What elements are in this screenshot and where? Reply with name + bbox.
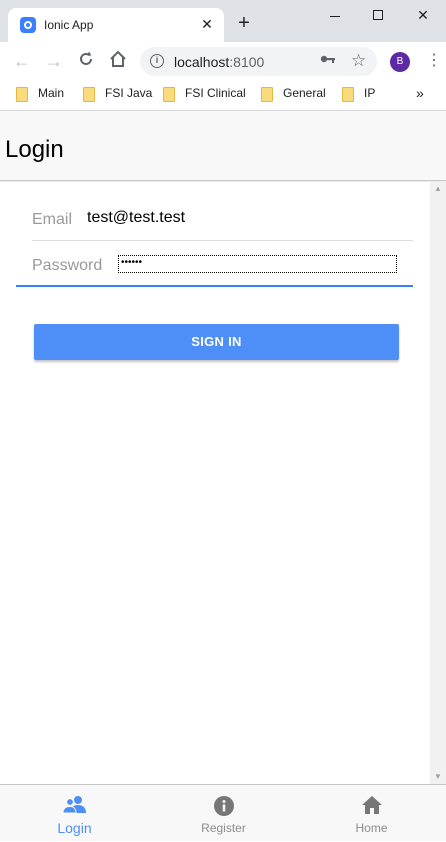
folder-icon <box>163 87 175 102</box>
bookmark-label: Main <box>38 86 65 100</box>
home-icon <box>297 795 446 817</box>
people-glyph <box>61 796 86 814</box>
information-glyph <box>213 796 234 816</box>
email-input[interactable]: test@test.test <box>87 209 185 227</box>
url-host: localhost <box>174 54 230 70</box>
window-close-button[interactable]: ✕ <box>405 4 441 26</box>
reload-icon[interactable] <box>75 50 97 72</box>
browser-menu-icon[interactable]: ⋮ <box>426 51 442 71</box>
password-field[interactable]: Password •••••• <box>16 241 413 287</box>
folder-icon <box>261 87 273 102</box>
browser-toolbar: ← → i localhost:8100 ☆ B ⋮ <box>0 42 446 80</box>
sign-in-button[interactable]: SIGN IN <box>34 324 399 360</box>
people-icon <box>0 795 149 817</box>
tab-register[interactable]: Register <box>149 785 298 842</box>
window-maximize-button[interactable] <box>360 4 396 26</box>
folder-icon <box>16 87 28 102</box>
bottom-tab-bar: Login Register Home <box>0 784 446 841</box>
tab-title: Ionic App <box>44 18 94 32</box>
bookmarks-bar: Main FSI Java FSI Clinical General IP » <box>0 80 446 111</box>
bookmark-label: General <box>283 86 326 100</box>
bookmark-label: FSI Java <box>105 86 153 100</box>
email-field[interactable]: Email test@test.test <box>32 182 413 241</box>
app-header: Login <box>0 111 446 181</box>
home-button-icon[interactable] <box>107 50 129 72</box>
url-text[interactable]: localhost:8100 <box>174 54 264 70</box>
browser-tabstrip: Ionic App ✕ + ✕ <box>0 0 446 42</box>
tab-home-label: Home <box>355 821 388 835</box>
information-circle-icon <box>149 795 298 817</box>
forward-arrow-icon[interactable]: → <box>43 50 65 72</box>
email-label: Email <box>32 211 73 228</box>
site-info-icon[interactable]: i <box>150 54 164 68</box>
tab-home[interactable]: Home <box>297 785 446 842</box>
key-icon[interactable] <box>320 52 336 68</box>
address-bar[interactable]: i localhost:8100 ☆ <box>140 47 377 76</box>
maximize-icon <box>373 9 383 20</box>
folder-icon <box>83 87 95 102</box>
password-input[interactable]: •••••• <box>118 255 397 273</box>
profile-avatar[interactable]: B <box>390 52 410 72</box>
window-minimize-button[interactable] <box>317 4 353 26</box>
home-glyph <box>361 796 382 814</box>
new-tab-button[interactable]: + <box>234 13 254 33</box>
ionic-favicon-icon <box>20 17 36 33</box>
reload-glyph <box>80 51 92 65</box>
content-scrollbar[interactable]: ▲ ▼ <box>430 182 446 784</box>
folder-icon <box>342 87 354 102</box>
tab-close-icon[interactable]: ✕ <box>198 15 216 33</box>
bookmark-label: FSI Clinical <box>185 86 246 100</box>
login-content: Email test@test.test Password •••••• SIG… <box>0 182 430 784</box>
scroll-down-arrow-icon[interactable]: ▼ <box>430 770 446 784</box>
key-glyph <box>320 55 335 63</box>
url-port: :8100 <box>229 54 265 70</box>
bookmark-star-icon[interactable]: ☆ <box>351 51 366 71</box>
home-outline-glyph <box>110 50 126 67</box>
bookmark-label: IP <box>364 86 376 100</box>
page-title: Login <box>5 136 64 163</box>
bookmarks-overflow-icon[interactable]: » <box>416 85 424 101</box>
back-arrow-icon[interactable]: ← <box>11 50 33 72</box>
scroll-up-arrow-icon[interactable]: ▲ <box>430 182 446 196</box>
tab-login-label: Login <box>57 820 92 836</box>
minimize-icon <box>330 15 340 17</box>
password-label: Password <box>32 257 103 274</box>
tab-login[interactable]: Login <box>0 785 149 842</box>
tab-register-label: Register <box>201 821 246 835</box>
browser-tab[interactable]: Ionic App ✕ <box>8 8 224 42</box>
